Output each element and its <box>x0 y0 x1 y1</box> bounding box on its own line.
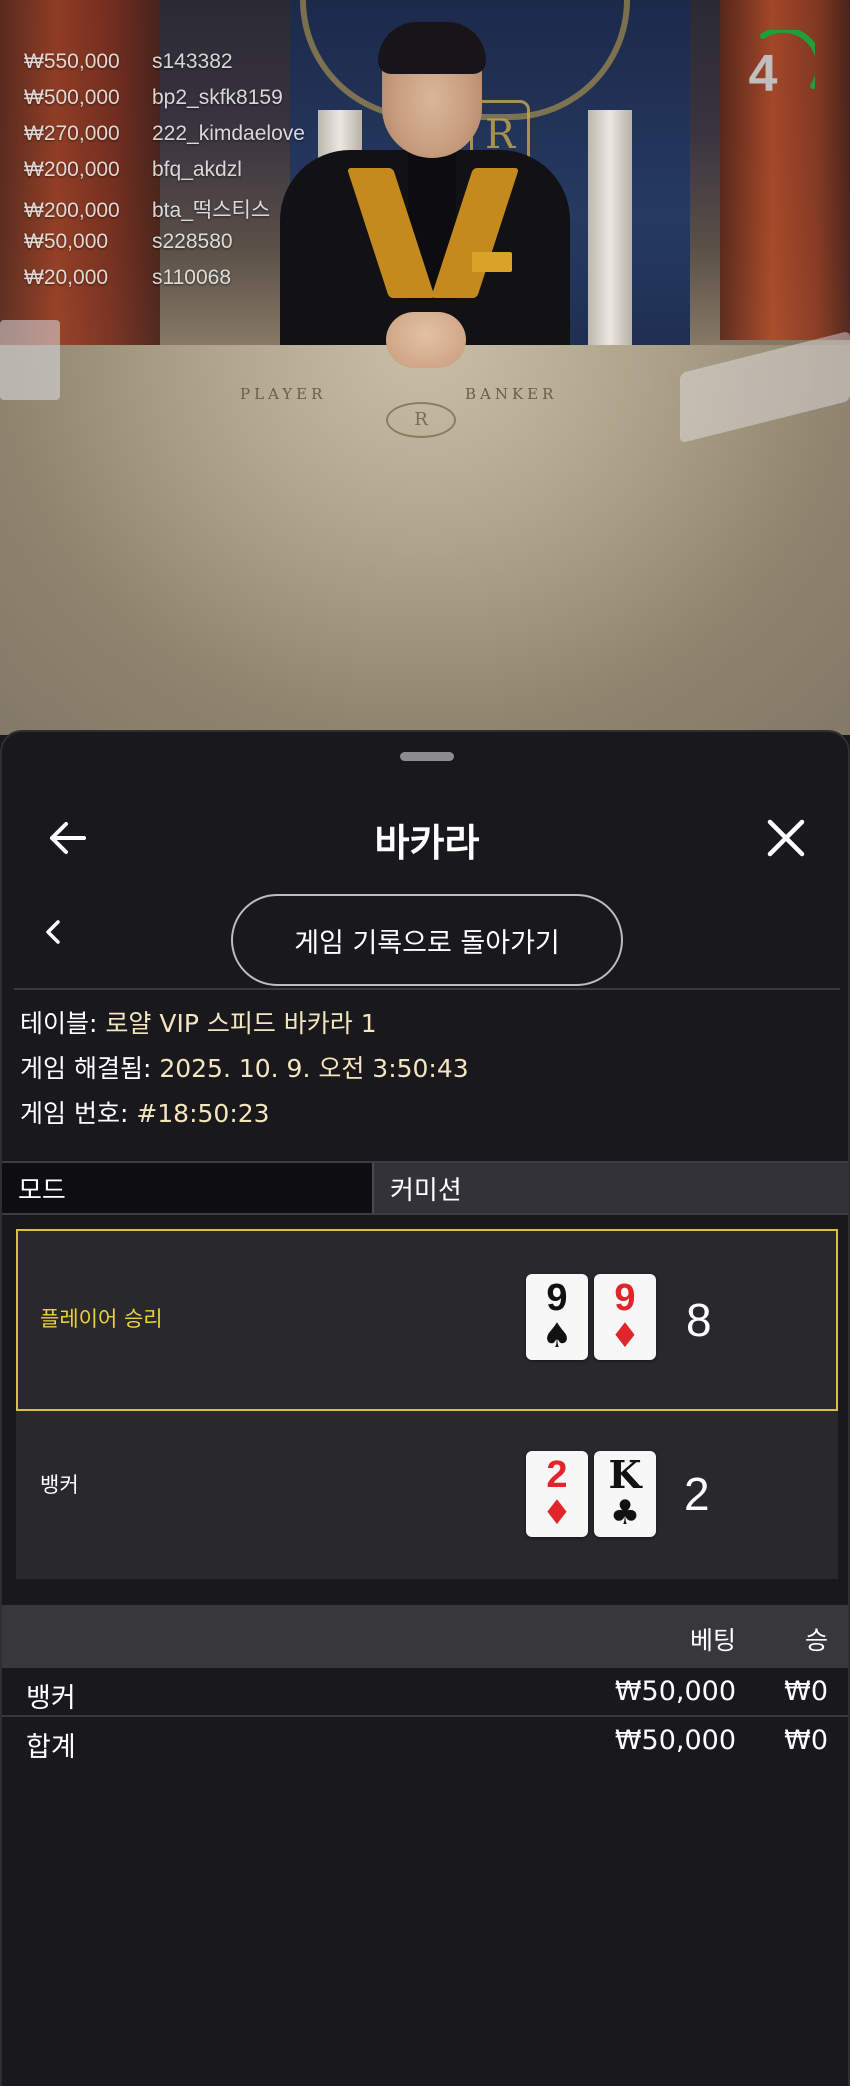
live-bet-amount: ₩550,000 <box>24 50 120 73</box>
diamond-icon: ♦ <box>609 1316 641 1356</box>
card-rank: 9 <box>546 1277 568 1319</box>
history-nav: 게임 기록으로 돌아가기 <box>2 882 848 986</box>
close-icon <box>767 819 805 857</box>
live-bet-item: ₩500,000 bp2_skfk8159 <box>24 86 305 122</box>
player-result-label: 플레이어 승리 <box>40 1307 163 1331</box>
bet-amount: ₩50,000 <box>614 1676 736 1707</box>
tab-commission[interactable]: 커미션 <box>372 1163 848 1213</box>
live-bet-user: s228580 <box>152 230 233 253</box>
bet-countdown-timer: 4 <box>735 26 823 110</box>
table-info-row: 테이블: 로얄 VIP 스피드 바카라 1 <box>20 1004 469 1049</box>
live-bet-amount: ₩270,000 <box>24 122 120 145</box>
tab-mode[interactable]: 모드 <box>2 1163 372 1213</box>
live-bet-item: ₩20,000 s110068 <box>24 266 305 302</box>
win-column-header: 승 <box>804 1626 828 1655</box>
banker-total: 2 <box>684 1468 710 1520</box>
win-amount: ₩0 <box>784 1725 828 1756</box>
game-info: 테이블: 로얄 VIP 스피드 바카라 1 게임 해결됨: 2025. 10. … <box>20 1004 469 1139</box>
player-hand-row: 플레이어 승리 9 ♠ 9 ♦ 8 <box>16 1229 838 1411</box>
player-total: 8 <box>686 1294 712 1346</box>
diamond-icon: ♦ <box>541 1493 573 1533</box>
back-to-history-button[interactable]: 게임 기록으로 돌아가기 <box>231 894 623 986</box>
bets-table: 베팅 승 뱅커 ₩50,000 ₩0 합계 ₩50,000 ₩0 <box>2 1605 848 1766</box>
live-bet-amount: ₩50,000 <box>24 230 109 253</box>
live-bet-user: s143382 <box>152 50 233 73</box>
live-video-stream: R PLAYER BANKER R ₩550,000 s143382 ₩500,00… <box>0 0 850 735</box>
live-bet-amount: ₩200,000 <box>24 199 120 222</box>
playing-card: K ♣ <box>594 1451 656 1537</box>
dealer-hands <box>386 312 466 368</box>
background-pillar <box>588 110 632 360</box>
bet-column-header: 베팅 <box>689 1626 736 1655</box>
spade-icon: ♠ <box>541 1316 573 1356</box>
bet-name: 뱅커 <box>26 1683 76 1714</box>
banker-hand-row: 뱅커 2 ♦ K ♣ 2 <box>16 1411 838 1579</box>
dealer-name-tag <box>472 252 512 272</box>
bets-table-header: 베팅 승 <box>2 1605 848 1668</box>
resolved-value: 2025. 10. 9. 오전 3:50:43 <box>159 1054 469 1083</box>
card-rank: 9 <box>614 1277 636 1319</box>
resolved-label: 게임 해결됨: <box>20 1054 152 1083</box>
countdown-number: 4 <box>748 45 778 103</box>
live-bet-amount: ₩200,000 <box>24 158 120 181</box>
live-bet-item: ₩50,000 s228580 <box>24 230 305 266</box>
club-icon: ♣ <box>609 1493 641 1533</box>
live-bet-item: ₩270,000 222_kimdaelove <box>24 122 305 158</box>
live-bet-user: bta_떡스티스 <box>152 199 271 222</box>
bet-name: 합계 <box>26 1732 76 1763</box>
bet-amount: ₩50,000 <box>614 1725 736 1756</box>
playing-card: 9 ♦ <box>594 1274 656 1360</box>
card-discard-tray <box>0 320 60 400</box>
live-bet-user: 222_kimdaelove <box>152 122 305 145</box>
playing-card: 9 ♠ <box>526 1274 588 1360</box>
live-bet-item: ₩200,000 bfq_akdzl <box>24 158 305 194</box>
live-bet-amount: ₩500,000 <box>24 86 120 109</box>
table-banker-label: BANKER <box>465 385 558 403</box>
card-rank: 2 <box>546 1454 568 1496</box>
live-bet-user: s110068 <box>152 266 232 289</box>
playing-card: 2 ♦ <box>526 1451 588 1537</box>
resolved-info-row: 게임 해결됨: 2025. 10. 9. 오전 3:50:43 <box>20 1049 469 1094</box>
table-value: 로얄 VIP 스피드 바카라 1 <box>105 1009 377 1038</box>
live-bet-item: ₩550,000 s143382 <box>24 50 305 86</box>
previous-button[interactable] <box>22 900 86 964</box>
banker-result-label: 뱅커 <box>40 1473 79 1497</box>
game-number-row: 게임 번호: #18:50:23 <box>20 1094 469 1139</box>
win-amount: ₩0 <box>784 1676 828 1707</box>
card-rank: K <box>608 1452 642 1497</box>
live-bets-feed: ₩550,000 s143382 ₩500,000 bp2_skfk8159 ₩270,… <box>24 50 305 302</box>
table-crest: R <box>386 402 456 438</box>
table-row: 뱅커 ₩50,000 ₩0 <box>2 1668 848 1717</box>
table-player-label: PLAYER <box>240 385 327 403</box>
live-bet-user: bfq_akdzl <box>152 158 242 181</box>
game-history-sheet: 바카라 게임 기록으로 돌아가기 테이블: 로얄 VIP 스피드 바카라 1 게… <box>0 730 850 2086</box>
divider <box>14 988 840 990</box>
live-bet-amount: ₩20,000 <box>24 266 109 289</box>
mode-tabs: 모드 커미션 <box>2 1161 848 1215</box>
table-label: 테이블: <box>20 1009 98 1038</box>
sheet-title: 바카라 <box>374 821 480 865</box>
live-bet-user: bp2_skfk8159 <box>152 86 283 109</box>
game-number-label: 게임 번호: <box>20 1099 129 1128</box>
sheet-drag-handle[interactable] <box>400 752 454 761</box>
chevron-left-icon <box>46 920 60 944</box>
game-number-value: #18:50:23 <box>136 1099 270 1128</box>
close-button[interactable] <box>754 806 818 870</box>
dealer-hair <box>378 22 486 74</box>
table-row: 합계 ₩50,000 ₩0 <box>2 1717 848 1766</box>
live-bet-item: ₩200,000 bta_떡스티스 <box>24 194 305 230</box>
